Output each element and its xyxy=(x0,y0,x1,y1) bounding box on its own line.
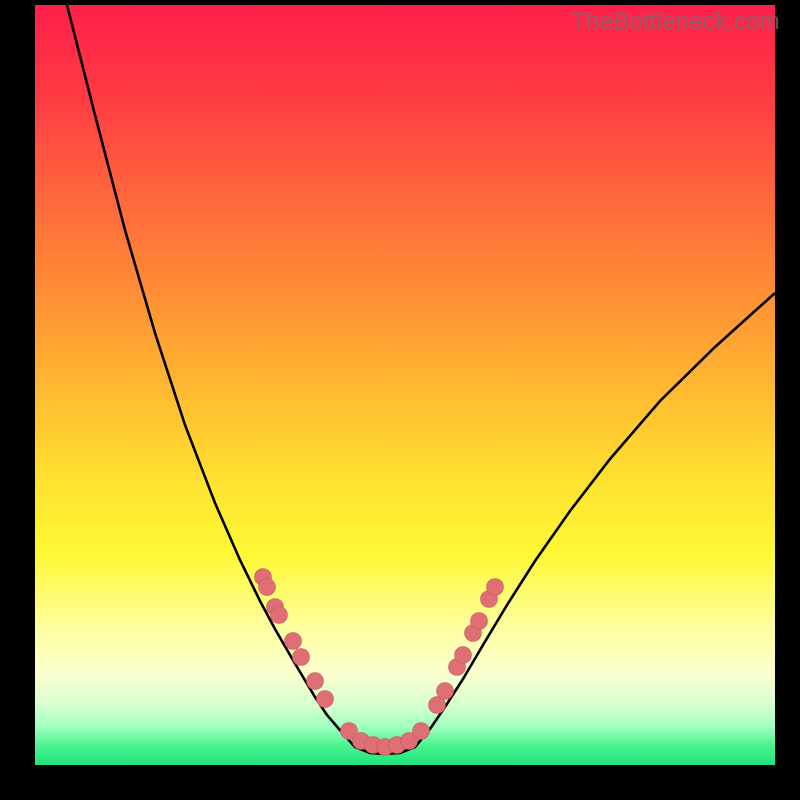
curve-marker xyxy=(413,723,430,740)
curve-marker xyxy=(317,691,334,708)
curve-marker xyxy=(487,579,504,596)
curve-marker xyxy=(285,633,302,650)
bottleneck-curve xyxy=(67,5,775,754)
curve-marker xyxy=(271,607,288,624)
curve-markers xyxy=(255,569,504,756)
chart-overlay xyxy=(35,5,775,765)
curve-path xyxy=(67,5,775,754)
curve-marker xyxy=(455,647,472,664)
curve-marker xyxy=(307,673,324,690)
curve-marker xyxy=(293,649,310,666)
curve-marker xyxy=(259,579,276,596)
curve-marker xyxy=(471,613,488,630)
curve-marker xyxy=(437,683,454,700)
